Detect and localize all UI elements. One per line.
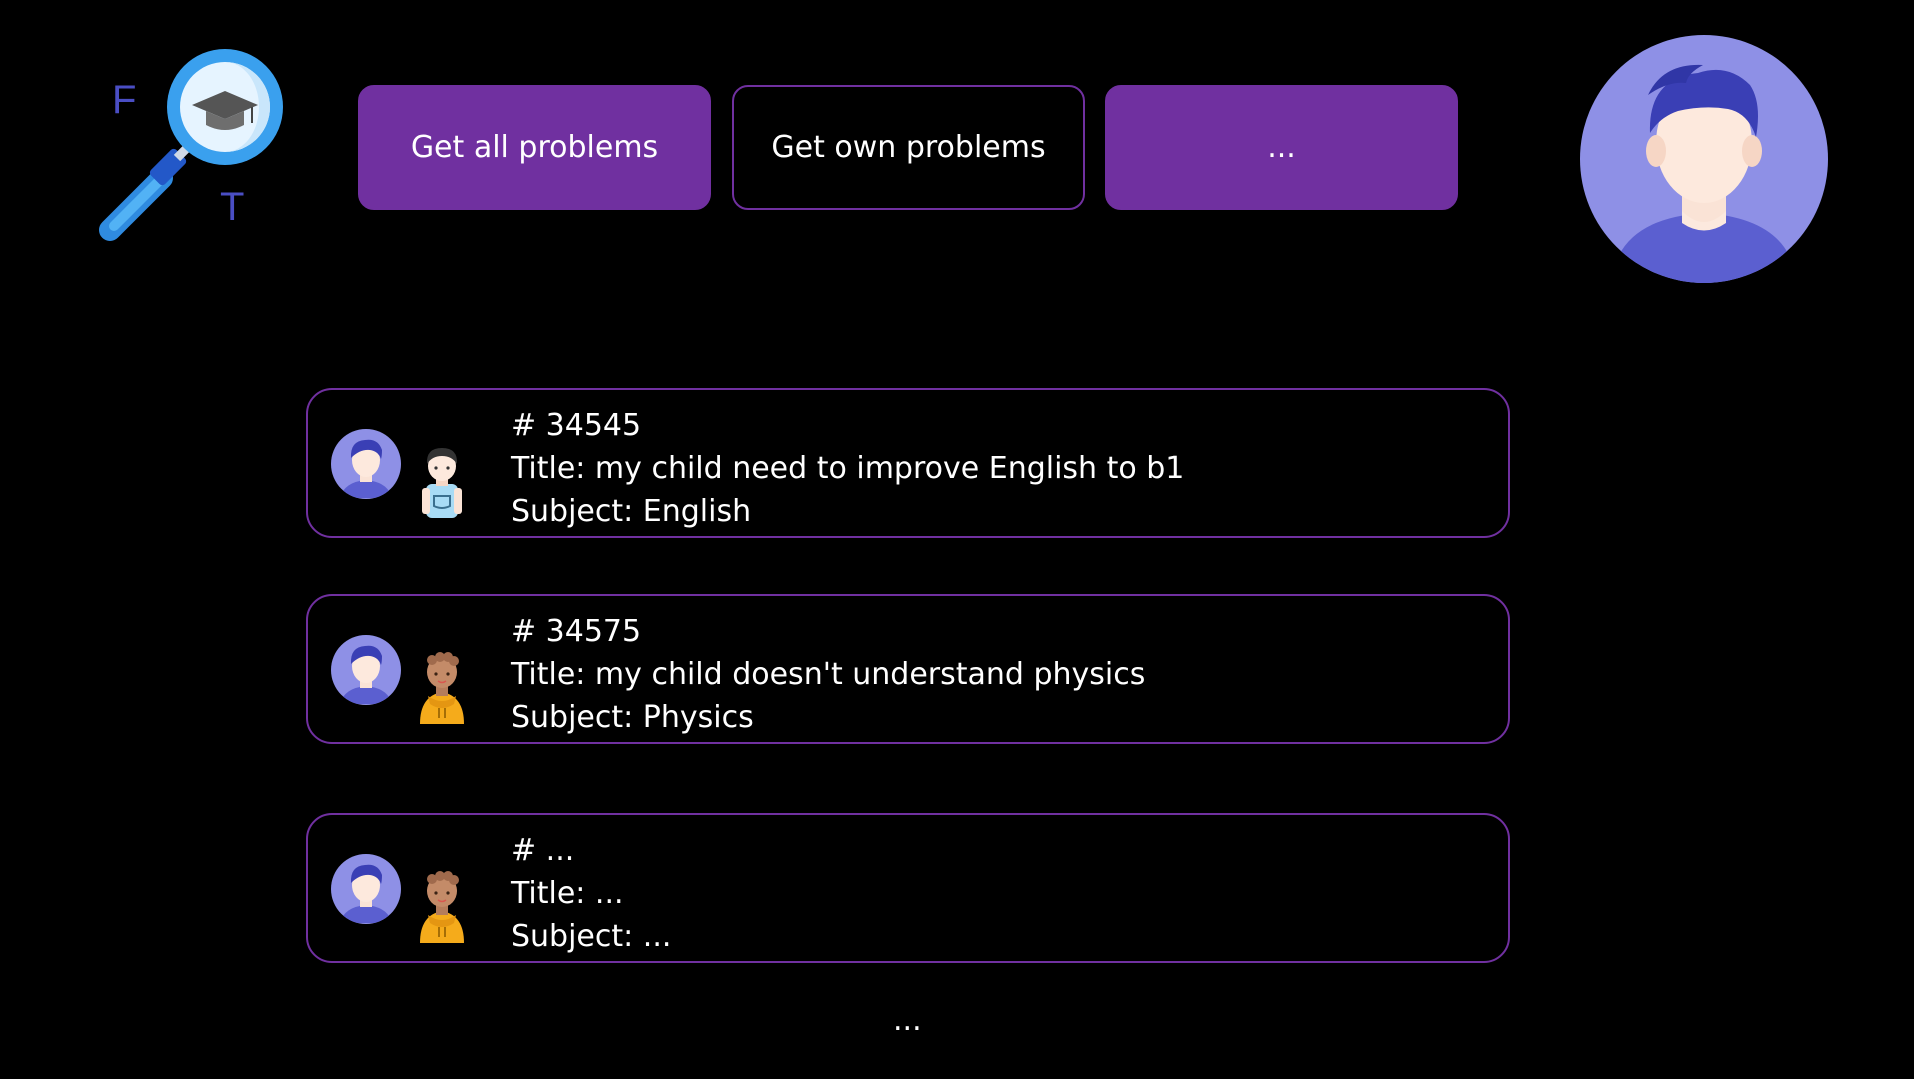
parent-avatar-icon (331, 635, 401, 705)
problem-id: # 34545 (511, 408, 642, 443)
child-yellow-hoodie-icon (420, 871, 464, 943)
child-yellow-hoodie-icon (420, 652, 464, 724)
parent-avatar-icon (331, 854, 401, 924)
problem-text: # 34575 Title: my child doesn't understa… (511, 610, 1145, 739)
problem-text: # ... Title: ... Subject: ... (511, 829, 671, 958)
child-boy-icon (422, 448, 462, 518)
problem-text: # 34545 Title: my child need to improve … (511, 404, 1184, 533)
load-more-indicator[interactable]: ... (893, 1003, 922, 1038)
problem-subject: Subject: ... (511, 919, 672, 954)
logo-letter-t: T (220, 185, 245, 229)
user-avatar-icon (1580, 35, 1828, 283)
more-button[interactable]: ... (1105, 85, 1458, 210)
problem-title: Title: my child doesn't understand physi… (511, 657, 1146, 692)
problem-subject: Subject: Physics (511, 700, 754, 735)
problem-subject: Subject: English (511, 494, 752, 529)
problem-id: # ... (511, 833, 575, 868)
magnifier-graduation-cap-icon (99, 49, 283, 241)
problem-id: # 34575 (511, 614, 642, 649)
get-all-problems-button[interactable]: Get all problems (358, 85, 711, 210)
problem-title: Title: ... (511, 876, 624, 911)
logo-letter-f: F (112, 78, 137, 122)
problem-card[interactable]: # ... Title: ... Subject: ... (306, 813, 1510, 963)
problem-card[interactable]: # 34545 Title: my child need to improve … (306, 388, 1510, 538)
app-page: F T Get all problems Get own problems ..… (0, 0, 1914, 1079)
user-avatar[interactable] (1578, 33, 1830, 285)
app-logo[interactable]: F T (80, 45, 300, 255)
problem-title: Title: my child need to improve English … (511, 451, 1185, 486)
problem-card[interactable]: # 34575 Title: my child doesn't understa… (306, 594, 1510, 744)
get-own-problems-button[interactable]: Get own problems (732, 85, 1085, 210)
parent-avatar-icon (331, 429, 401, 499)
